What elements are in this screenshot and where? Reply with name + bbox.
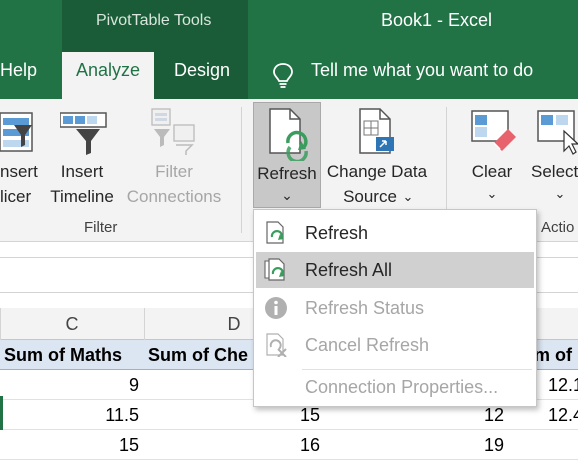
cell-c[interactable]: 11.5	[0, 400, 139, 430]
filter-connections-label-2: Connections	[126, 187, 222, 206]
menu-item-refresh[interactable]: Refresh	[256, 215, 534, 251]
tab-analyze[interactable]: Analyze	[62, 52, 155, 99]
cell-f[interactable]: 12.4	[548, 400, 578, 430]
column-header-c[interactable]: C	[0, 308, 144, 340]
menu-item-refresh-all[interactable]: Refresh All	[256, 252, 534, 288]
insert-timeline-label-1: Insert	[60, 162, 104, 181]
change-data-source-label-1: Change Data	[326, 162, 428, 181]
refresh-dropdown-menu: Refresh Refresh All Refresh Status Cance…	[253, 209, 537, 407]
filter-group-label: Filter	[84, 219, 118, 236]
filter-connections-icon	[151, 108, 195, 155]
menu-item-refresh-status[interactable]: Refresh Status	[256, 290, 534, 326]
menu-label-refresh: Refresh	[305, 223, 369, 243]
refresh-icon	[269, 108, 308, 161]
header-sum-of-chemistry[interactable]: Sum of Che	[148, 340, 254, 370]
pivottable-tools-label: PivotTable Tools	[96, 12, 212, 29]
cell-c[interactable]: 9	[0, 370, 139, 400]
refresh-all-icon	[264, 258, 285, 281]
ribbon-tab-row: Help Analyze Design Tell me what you wan…	[0, 44, 578, 99]
change-data-source-label-2: Source	[343, 187, 397, 206]
selected-cell-marker	[0, 396, 3, 430]
refresh-icon	[266, 221, 284, 244]
refresh-button[interactable]: Refresh ⌄	[253, 102, 321, 208]
change-data-source-icon	[359, 108, 394, 154]
menu-label-refresh-status: Refresh Status	[305, 298, 425, 318]
lightbulb-icon[interactable]	[272, 62, 294, 88]
menu-label-connection-properties: Connection Properties...	[305, 377, 499, 397]
clear-icon	[471, 110, 516, 151]
insert-slicer-label-1: nsert	[0, 162, 38, 181]
pivottable-tools-group: PivotTable Tools	[62, 0, 248, 44]
cancel-refresh-icon	[266, 333, 287, 357]
insert-slicer-label-2: licer	[0, 187, 32, 206]
clear-dropdown-arrow[interactable]: ⌄	[482, 181, 502, 206]
header-partial[interactable]: m of	[534, 340, 578, 370]
title-bar: PivotTable Tools Book1 - Excel	[0, 0, 578, 44]
menu-label-cancel-refresh: Cancel Refresh	[305, 335, 430, 355]
cell-f[interactable]: 12.1	[548, 370, 578, 400]
select-icon	[537, 110, 578, 155]
ribbon-separator	[241, 107, 242, 233]
tab-design[interactable]: Design	[174, 60, 230, 81]
insert-timeline-label-2: Timeline	[50, 187, 114, 206]
timeline-icon	[60, 112, 107, 155]
header-sum-of-maths[interactable]: Sum of Maths	[4, 340, 146, 370]
info-icon	[265, 297, 287, 319]
window-title: Book1 - Excel	[381, 10, 493, 30]
select-dropdown-arrow[interactable]: ⌄	[550, 181, 570, 206]
filter-connections-label-1: Filter	[155, 162, 193, 181]
change-data-source-arrow[interactable]: ⌄	[400, 184, 416, 209]
tell-me-search[interactable]: Tell me what you want to do	[311, 60, 533, 81]
slicer-icon	[0, 112, 33, 152]
tab-help[interactable]: Help	[0, 60, 37, 81]
menu-item-connection-properties[interactable]: Connection Properties...	[256, 369, 534, 405]
menu-label-refresh-all: Refresh All	[305, 260, 393, 280]
refresh-dropdown-arrow[interactable]: ⌄	[254, 183, 320, 208]
menu-item-cancel-refresh[interactable]: Cancel Refresh	[256, 327, 534, 363]
actions-group-label: Actio	[541, 219, 575, 236]
